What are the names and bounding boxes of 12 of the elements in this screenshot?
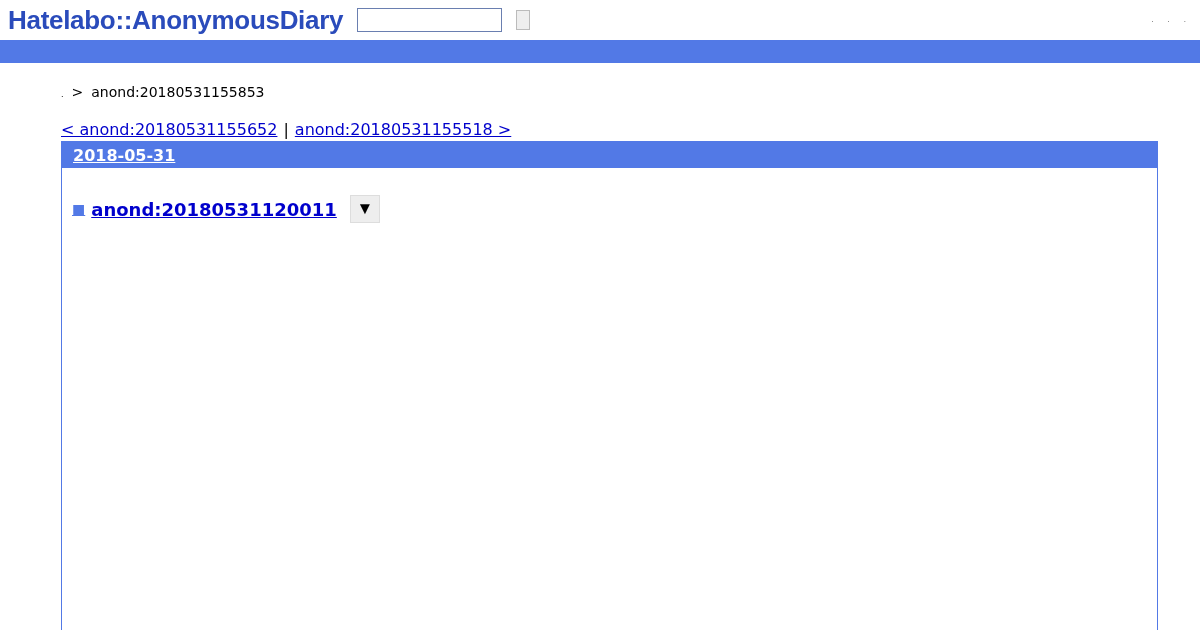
entry-menu-button[interactable]: ▼ [349,195,380,223]
pager-separator: | [283,120,289,139]
next-link[interactable]: anond:20180531155518 > [294,120,512,139]
entry-marker[interactable]: ■ [72,201,86,217]
date-link[interactable]: 2018-05-31 [73,145,176,165]
breadcrumb-home[interactable]: . [61,90,64,99]
search-field[interactable] [357,8,503,32]
breadcrumb-separator: > [71,84,84,100]
entry-title[interactable]: anond:20180531120011 [91,198,337,220]
breadcrumb-current: anond:20180531155853 [91,84,265,100]
site-logo[interactable]: Hatelabo::AnonymousDiary [8,4,344,36]
previous-link[interactable]: < anond:20180531155652 [61,120,278,139]
